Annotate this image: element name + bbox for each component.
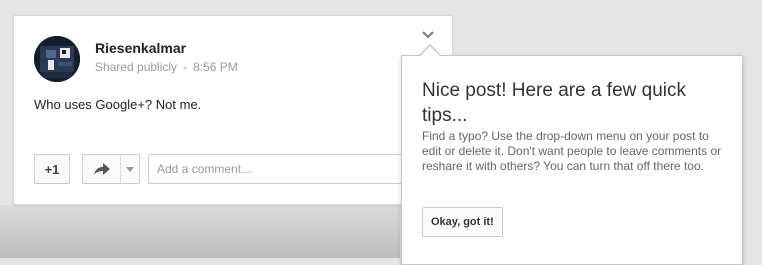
post-card: Riesenkalmar Shared publicly -8:56 PM Who… [13,15,453,205]
author-name[interactable]: Riesenkalmar [95,40,186,56]
post-time[interactable]: 8:56 PM [193,60,238,74]
share-button[interactable] [83,155,121,183]
share-arrow-icon [93,163,110,175]
avatar[interactable] [34,36,80,82]
tips-popup: Nice post! Here are a few quick tips... … [401,55,743,265]
okay-got-it-button[interactable]: Okay, got it! [422,207,503,237]
chevron-down-icon[interactable] [417,24,439,46]
background-shade [0,205,400,258]
post-meta: Shared publicly -8:56 PM [95,60,238,74]
share-button-group [82,154,140,184]
visibility-label[interactable]: Shared publicly [95,60,177,74]
post-text: Who uses Google+? Not me. [34,97,202,112]
tips-title: Nice post! Here are a few quick tips... [422,80,687,126]
share-dropdown-button[interactable] [121,155,139,183]
avatar-image [34,36,80,82]
tip-pointer-fill [419,46,441,57]
caret-down-icon [126,166,134,172]
comment-input[interactable] [148,154,438,184]
tips-body: Find a typo? Use the drop-down menu on y… [422,129,722,173]
plus-one-button[interactable]: +1 [34,154,70,184]
meta-separator: - [183,60,188,74]
